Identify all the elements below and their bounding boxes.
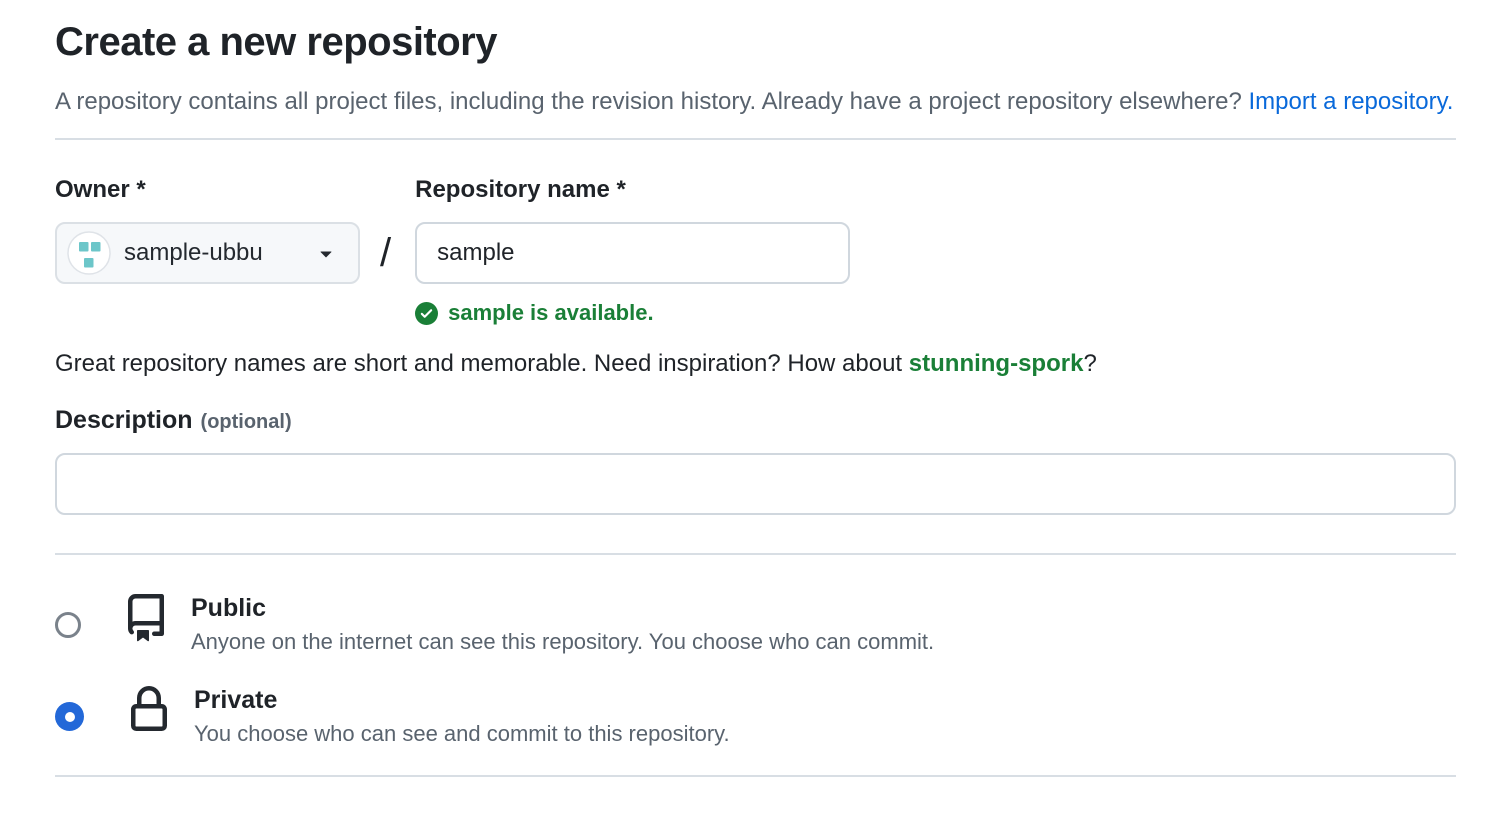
repo-name-input[interactable] (415, 222, 850, 284)
repo-name-field: Repository name * sample is available. (415, 176, 850, 326)
description-optional-tag: (optional) (201, 411, 292, 433)
name-suggestion-link[interactable]: stunning-spork (909, 350, 1084, 377)
repo-name-label: Repository name * (415, 176, 850, 204)
import-repository-link[interactable]: Import a repository. (1249, 88, 1454, 115)
owner-selected-value: sample-ubbu (124, 239, 263, 267)
page-title: Create a new repository (55, 20, 1456, 65)
private-radio[interactable] (55, 702, 84, 731)
description-label: Description (optional) (55, 406, 1456, 435)
lock-icon (125, 686, 173, 734)
name-hint: Great repository names are short and mem… (55, 350, 1456, 378)
section-divider-bottom (55, 775, 1456, 777)
intro-text: A repository contains all project files,… (55, 88, 1242, 115)
private-option-description: You choose who can see and commit to thi… (194, 721, 730, 747)
availability-message: sample is available. (415, 300, 850, 326)
triangle-down-icon (300, 241, 338, 265)
section-divider-middle (55, 553, 1456, 555)
owner-field: Owner * sample-ubbu (55, 176, 360, 284)
hint-prefix: Great repository names are short and mem… (55, 350, 909, 377)
description-input[interactable] (55, 453, 1456, 515)
check-circle-icon (415, 302, 438, 325)
public-radio[interactable] (55, 612, 81, 638)
owner-repo-separator: / (380, 222, 391, 284)
private-option-text: Private You choose who can see and commi… (194, 685, 730, 747)
page-intro: A repository contains all project files,… (55, 79, 1456, 124)
public-option-text: Public Anyone on the internet can see th… (191, 593, 934, 655)
identicon-avatar (67, 231, 111, 275)
public-option-title: Public (191, 593, 934, 623)
owner-repo-row: Owner * sample-ubbu / (55, 176, 1456, 326)
section-divider-top (55, 138, 1456, 140)
availability-text: sample is available. (448, 300, 653, 326)
public-option-description: Anyone on the internet can see this repo… (191, 629, 934, 655)
description-label-text: Description (55, 406, 193, 434)
owner-label: Owner * (55, 176, 360, 204)
visibility-option-private[interactable]: Private You choose who can see and commi… (55, 685, 1456, 747)
private-option-title: Private (194, 685, 730, 715)
repo-icon (122, 594, 170, 642)
hint-suffix: ? (1083, 350, 1096, 377)
create-repository-page: Create a new repository A repository con… (0, 0, 1496, 777)
owner-select-button[interactable]: sample-ubbu (55, 222, 360, 284)
visibility-option-public[interactable]: Public Anyone on the internet can see th… (55, 593, 1456, 655)
